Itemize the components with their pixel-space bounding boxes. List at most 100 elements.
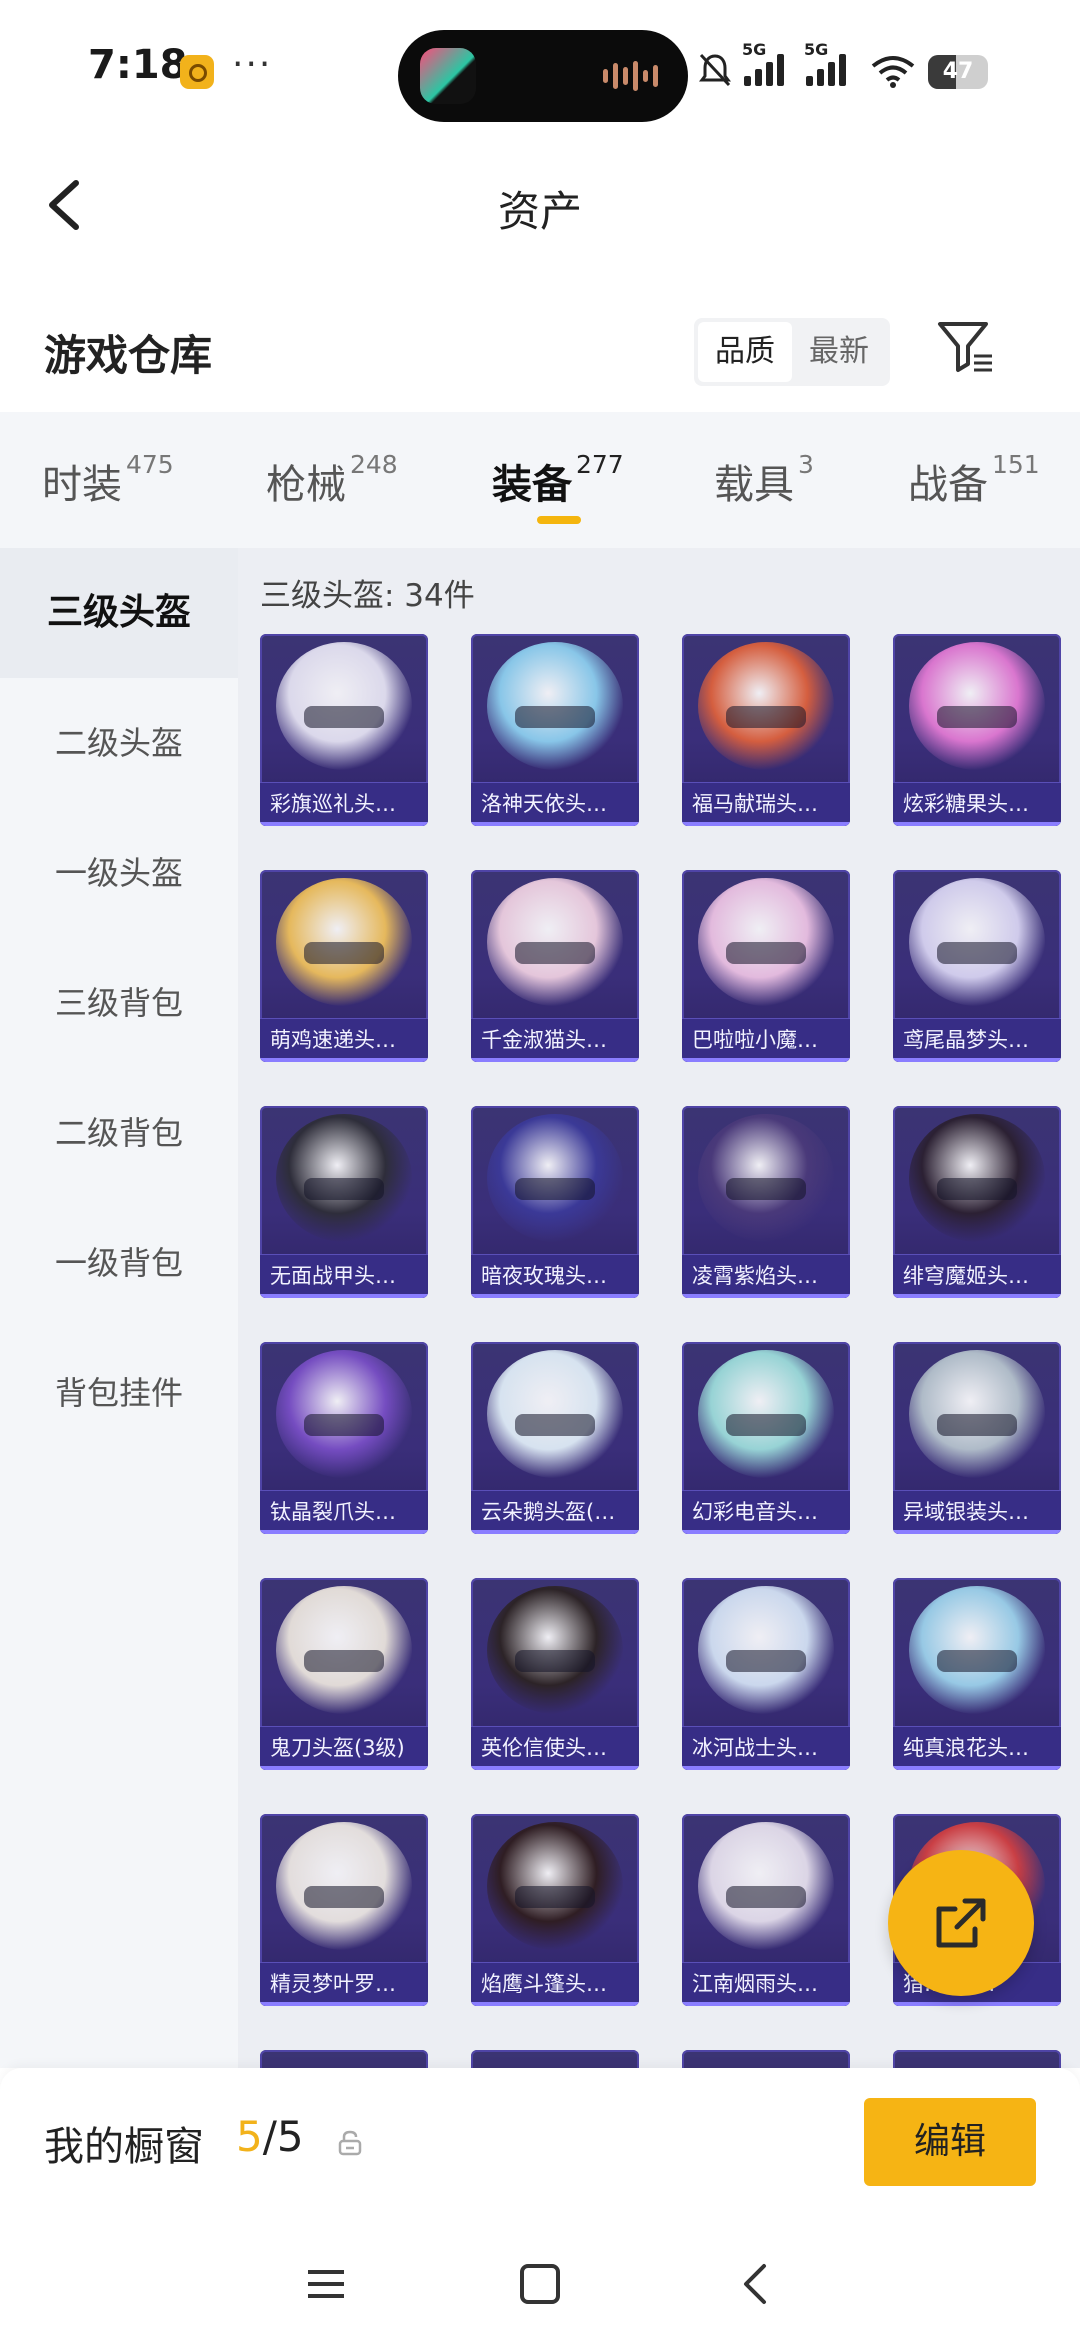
- sort-newest-button[interactable]: 最新: [792, 322, 886, 382]
- sidebar-item-level3-helmet[interactable]: 三级头盔: [0, 548, 238, 678]
- helmet-visor: [304, 1886, 384, 1908]
- helmet-visor: [515, 1886, 595, 1908]
- helmet-item-card[interactable]: 钛晶裂爪头…: [260, 1342, 428, 1534]
- signal-2-label: 5G: [804, 40, 829, 59]
- helmet-item-card[interactable]: 纯真浪花头…: [893, 1578, 1061, 1770]
- status-time: 7:18: [88, 42, 188, 88]
- item-grid-area[interactable]: 三级头盔: 34件 彩旗巡礼头… 洛神天依头… 福马献瑞头… 炫彩糖果头… 萌鸡速递头……: [238, 548, 1080, 2068]
- helmet-item-card[interactable]: 绯穹魔姬头…: [893, 1106, 1061, 1298]
- audio-wave-icon: [603, 60, 658, 92]
- helmet-visor: [515, 706, 595, 728]
- helmet-item-card[interactable]: 英伦信使头…: [471, 1578, 639, 1770]
- helmet-item-card[interactable]: 云朵鹅头盔(…: [471, 1342, 639, 1534]
- helmet-item-card[interactable]: 巴啦啦小魔…: [682, 870, 850, 1062]
- rarity-stripe: [682, 1766, 850, 1770]
- tab-equipment[interactable]: 装备 277: [492, 450, 624, 510]
- rarity-stripe: [260, 1530, 428, 1534]
- sidebar-item-backpack-charm[interactable]: 背包挂件: [0, 1328, 238, 1458]
- tab-label: 装备: [492, 462, 572, 508]
- edit-showcase-button[interactable]: 编辑: [864, 2098, 1036, 2186]
- helmet-item-card[interactable]: 福马献瑞头…: [682, 634, 850, 826]
- share-button[interactable]: [888, 1850, 1034, 1996]
- helmet-item-card[interactable]: 冰河战士头…: [682, 1578, 850, 1770]
- helmet-visor: [726, 942, 806, 964]
- helmet-item-card[interactable]: 江南烟雨头…: [682, 1814, 850, 2006]
- sort-toggle: 品质 最新: [694, 318, 890, 386]
- helmet-item-card-partial[interactable]: [471, 2050, 639, 2068]
- tab-vehicles[interactable]: 载具 3: [714, 450, 814, 510]
- helmet-item-card[interactable]: 千金淑猫头…: [471, 870, 639, 1062]
- item-name: 暗夜玫瑰头…: [481, 1264, 607, 1288]
- showcase-bar: 我的橱窗 5/5 编辑: [0, 2068, 1080, 2208]
- rarity-stripe: [260, 1058, 428, 1062]
- helmet-visor: [515, 942, 595, 964]
- rarity-stripe: [260, 822, 428, 826]
- helmet-visor: [937, 1178, 1017, 1200]
- helmet-visor: [304, 942, 384, 964]
- helmet-item-card[interactable]: 暗夜玫瑰头…: [471, 1106, 639, 1298]
- rarity-stripe: [893, 2002, 1061, 2006]
- tab-supplies[interactable]: 战备 151: [908, 450, 1040, 510]
- item-name: 鸢尾晶梦头…: [903, 1028, 1029, 1052]
- helmet-item-card[interactable]: 异域银装头…: [893, 1342, 1061, 1534]
- tab-weapons[interactable]: 枪械 248: [266, 450, 398, 510]
- helmet-item-card[interactable]: 鸢尾晶梦头…: [893, 870, 1061, 1062]
- signal-1-label: 5G: [742, 40, 767, 59]
- wifi-icon: [871, 56, 915, 88]
- rarity-stripe: [471, 1766, 639, 1770]
- filter-icon[interactable]: [936, 318, 996, 378]
- helmet-item-card[interactable]: 幻彩电音头…: [682, 1342, 850, 1534]
- rarity-stripe: [682, 822, 850, 826]
- tab-count: 475: [126, 450, 174, 479]
- helmet-item-card[interactable]: 焰鹰斗篷头…: [471, 1814, 639, 2006]
- helmet-item-card-partial[interactable]: [682, 2050, 850, 2068]
- grid-title: 三级头盔: 34件: [260, 578, 475, 614]
- helmet-item-card[interactable]: 鬼刀头盔(3级): [260, 1578, 428, 1770]
- helmet-item-card[interactable]: 无面战甲头…: [260, 1106, 428, 1298]
- item-name: 英伦信使头…: [481, 1736, 607, 1760]
- tab-count: 277: [576, 450, 624, 479]
- sidebar-item-level1-backpack[interactable]: 一级背包: [0, 1198, 238, 1328]
- helmet-visor: [726, 1886, 806, 1908]
- rarity-stripe: [260, 2002, 428, 2006]
- helmet-item-card[interactable]: 萌鸡速递头…: [260, 870, 428, 1062]
- helmet-item-card[interactable]: 精灵梦叶罗…: [260, 1814, 428, 2006]
- back-icon[interactable]: [734, 2262, 778, 2306]
- sidebar-item-level2-helmet[interactable]: 二级头盔: [0, 678, 238, 808]
- helmet-visor: [937, 706, 1017, 728]
- sidebar-item-level1-helmet[interactable]: 一级头盔: [0, 808, 238, 938]
- sort-quality-button[interactable]: 品质: [698, 322, 792, 382]
- home-icon[interactable]: [518, 2262, 562, 2306]
- helmet-item-card-partial[interactable]: [893, 2050, 1061, 2068]
- sidebar-item-level3-backpack[interactable]: 三级背包: [0, 938, 238, 1068]
- helmet-item-card[interactable]: 炫彩糖果头…: [893, 634, 1061, 826]
- rarity-stripe: [893, 1766, 1061, 1770]
- status-bar: 7:18 ··· 5G 5G 47: [0, 0, 1080, 140]
- helmet-item-card-partial[interactable]: [260, 2050, 428, 2068]
- menu-icon[interactable]: [304, 2262, 348, 2306]
- item-name: 钛晶裂爪头…: [270, 1500, 396, 1524]
- helmet-item-card[interactable]: 彩旗巡礼头…: [260, 634, 428, 826]
- helmet-visor: [726, 1414, 806, 1436]
- item-name: 福马献瑞头…: [692, 792, 818, 816]
- helmet-visor: [515, 1650, 595, 1672]
- helmet-visor: [515, 1178, 595, 1200]
- item-name: 绯穹魔姬头…: [903, 1264, 1029, 1288]
- item-name: 纯真浪花头…: [903, 1736, 1029, 1760]
- item-name: 冰河战士头…: [692, 1736, 818, 1760]
- sidebar-item-level2-backpack[interactable]: 二级背包: [0, 1068, 238, 1198]
- item-name: 炫彩糖果头…: [903, 792, 1029, 816]
- more-notifications-indicator: ···: [232, 44, 273, 85]
- rarity-stripe: [260, 1294, 428, 1298]
- helmet-item-card[interactable]: 洛神天依头…: [471, 634, 639, 826]
- battery-level: 47: [942, 59, 974, 84]
- rarity-stripe: [682, 2002, 850, 2006]
- helmet-item-card[interactable]: 凌霄紫焰头…: [682, 1106, 850, 1298]
- item-name: 彩旗巡礼头…: [270, 792, 396, 816]
- item-name: 异域银装头…: [903, 1500, 1029, 1524]
- helmet-visor: [304, 1414, 384, 1436]
- tab-fashion[interactable]: 时装 475: [42, 450, 174, 510]
- dynamic-island[interactable]: [398, 30, 688, 122]
- system-nav-bar: [0, 2208, 1080, 2347]
- helmet-visor: [726, 1650, 806, 1672]
